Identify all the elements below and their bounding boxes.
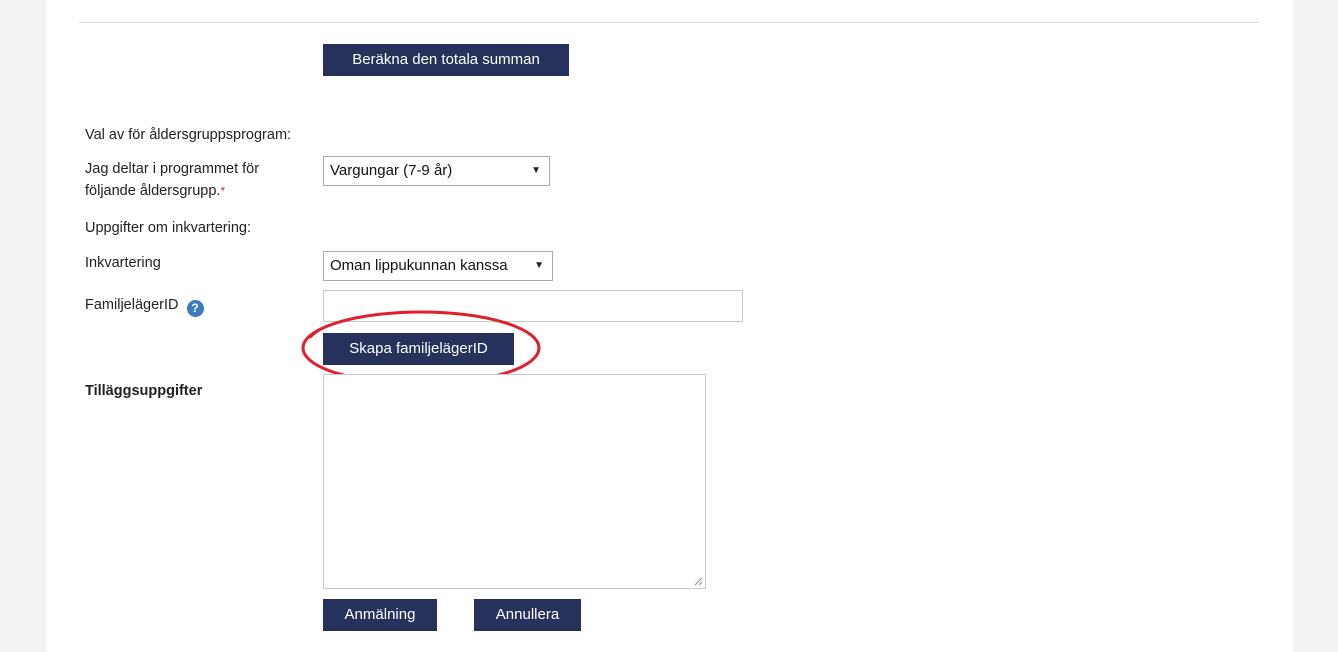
- chevron-down-icon: ▼: [534, 260, 544, 271]
- accommodation-label: Inkvartering: [85, 255, 161, 271]
- chevron-down-icon: ▼: [531, 165, 541, 176]
- resize-grip-icon[interactable]: [693, 576, 703, 586]
- family-camp-id-input[interactable]: [323, 290, 743, 322]
- age-group-section-title: Val av för åldersgruppsprogram:: [85, 127, 292, 143]
- family-camp-id-label-text: FamiljelägerID: [85, 297, 179, 313]
- age-group-label: Jag deltar i programmet för följande åld…: [85, 158, 259, 202]
- cancel-button[interactable]: Annullera: [474, 599, 581, 631]
- accommodation-selected-value: Oman lippukunnan kanssa: [330, 257, 508, 274]
- additional-info-label: Tilläggsuppgifter: [85, 380, 202, 402]
- accommodation-select[interactable]: Oman lippukunnan kanssa ▼: [323, 251, 553, 281]
- accommodation-section-title: Uppgifter om inkvartering:: [85, 220, 252, 236]
- register-button[interactable]: Anmälning: [323, 599, 437, 631]
- additional-info-label-text: Tilläggsuppgifter: [85, 383, 203, 399]
- age-group-label-line2: följande åldersgrupp.: [85, 183, 221, 199]
- age-group-selected-value: Vargungar (7-9 år): [330, 162, 453, 179]
- age-group-select[interactable]: Vargungar (7-9 år) ▼: [323, 156, 550, 186]
- divider: [79, 22, 1259, 23]
- create-family-camp-id-button[interactable]: Skapa familjelägerID: [323, 333, 514, 365]
- family-camp-id-label: FamiljelägerID ?: [85, 294, 204, 317]
- age-group-label-line1: Jag deltar i programmet för: [85, 161, 260, 177]
- help-icon[interactable]: ?: [186, 300, 204, 317]
- calculate-total-button[interactable]: Beräkna den totala summan: [323, 44, 569, 76]
- required-marker: *: [220, 184, 226, 198]
- additional-info-textarea[interactable]: [323, 374, 706, 589]
